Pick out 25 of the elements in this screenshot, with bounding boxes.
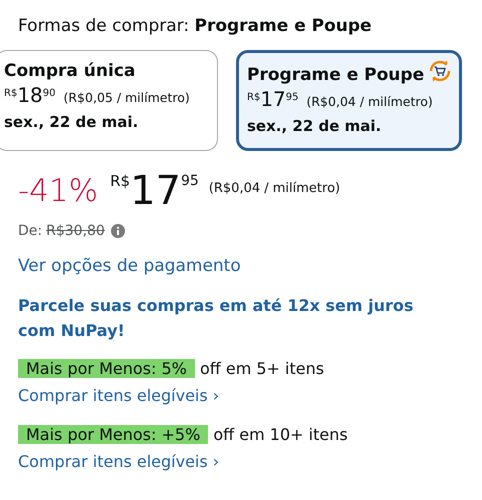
unit-price: (R$0,04 / milímetro) — [208, 180, 340, 198]
purchase-options-label: Formas de comprar: — [18, 16, 190, 36]
unit-price: (R$0,04 / milímetro) — [306, 94, 433, 108]
option-title: Compra única — [4, 60, 136, 80]
eligible-items-link[interactable]: Comprar itens elegíveis › — [18, 452, 220, 471]
unit-price: (R$0,05 / milímetro) — [64, 90, 190, 104]
installment-text: Parcele suas compras em até 12x sem juros com NuPay! — [18, 295, 414, 342]
purchase-option-card[interactable]: Programe e Poupe $^{R$}$17$^{95}$ (R$0,04 / milímetro) sex., 22 de mai. — [236, 50, 462, 150]
discount-percent: -41% — [18, 172, 98, 210]
delivery-date: sex., 22 de mai. — [247, 116, 382, 134]
option-price: $^{R$}$17$^{95}$ — [247, 94, 300, 108]
promotion-badge: Mais por Menos: 5% — [18, 359, 195, 378]
delivery-date: sex., 22 de mai. — [4, 112, 138, 130]
payment-options-link[interactable]: Ver opções de pagamento — [18, 254, 241, 279]
purchase-option-value: Programe e Poupe — [194, 16, 372, 36]
promotion-text: off em 5+ itens — [200, 359, 324, 378]
list-price-label: De: — [18, 222, 42, 240]
promotion-text: off em 10+ itens — [213, 425, 348, 444]
purchase-option-card[interactable]: Compra única $^{R$}$18$^{90}$ (R$0,05 / milímetro) sex., 22 de mai. — [0, 50, 218, 150]
eligible-items-link[interactable]: Comprar itens elegíveis › — [18, 386, 220, 405]
info-icon[interactable] — [110, 224, 125, 238]
promotion-badge: Mais por Menos: +5% — [18, 425, 208, 444]
option-price: $^{R$}$18$^{90}$ — [4, 90, 56, 104]
option-title: Programe e Poupe — [247, 64, 424, 84]
list-price: R$30,80 — [46, 222, 105, 240]
